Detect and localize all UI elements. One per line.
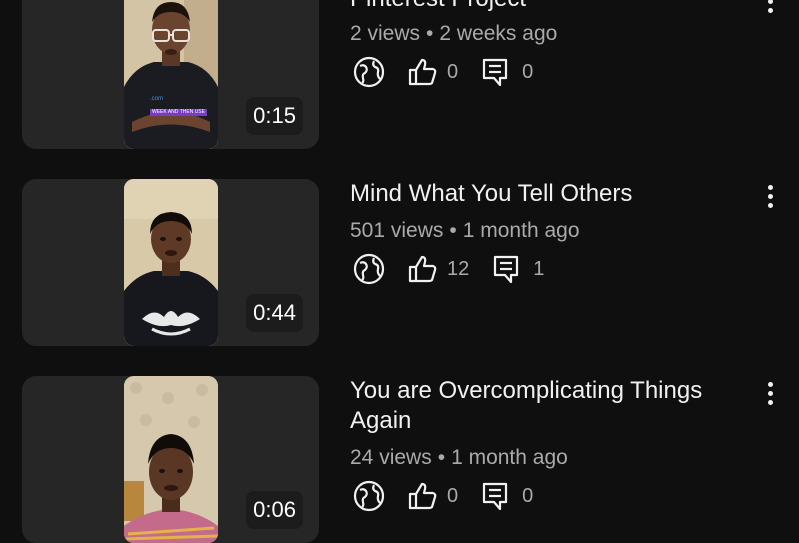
video-title[interactable]: Pinterest Project: [350, 0, 750, 14]
video-title[interactable]: Mind What You Tell Others: [350, 179, 750, 209]
video-stats: 12 1: [350, 251, 544, 287]
caption-overlay: WEEK AND THEN USE: [150, 109, 207, 116]
thumbnail-image: [124, 179, 218, 346]
comment-count: 0: [522, 484, 534, 507]
meta-separator: •: [437, 446, 446, 469]
view-count: 24 views: [350, 446, 432, 469]
comment-icon[interactable]: [491, 253, 521, 285]
more-vert-icon[interactable]: [756, 378, 784, 408]
like-count: 12: [447, 257, 470, 280]
video-row[interactable]: 0:06 You are Overcomplicating Things Aga…: [0, 376, 799, 543]
thumbnail-image: .com WEEK AND THEN USE: [124, 0, 218, 149]
video-meta: 24 views • 1 month ago: [350, 445, 568, 471]
meta-separator: •: [426, 22, 434, 45]
thumbs-up-icon[interactable]: [406, 56, 438, 88]
more-vert-icon[interactable]: [756, 181, 784, 211]
like-count: 0: [447, 484, 459, 507]
view-count: 501 views: [350, 219, 444, 242]
upload-age: 1 month ago: [462, 219, 580, 242]
like-count: 0: [447, 60, 459, 83]
video-stats: 0 0: [350, 478, 533, 514]
thumbs-up-icon[interactable]: [406, 480, 438, 512]
thumbs-up-icon[interactable]: [406, 253, 438, 285]
video-row[interactable]: .com WEEK AND THEN USE 0:15 Pinterest Pr…: [0, 0, 799, 149]
video-thumbnail[interactable]: 0:44: [22, 179, 319, 346]
comment-count: 0: [522, 60, 534, 83]
comment-icon[interactable]: [480, 56, 510, 88]
video-stats: 0 0: [350, 54, 533, 90]
duration-badge: 0:44: [246, 294, 303, 332]
comment-icon[interactable]: [480, 480, 510, 512]
upload-age: 1 month ago: [451, 446, 568, 469]
duration-badge: 0:06: [246, 491, 303, 529]
video-thumbnail[interactable]: 0:06: [22, 376, 319, 543]
video-row[interactable]: 0:44 Mind What You Tell Others 501 views…: [0, 179, 799, 346]
view-count: 2 views: [350, 22, 421, 45]
video-thumbnail[interactable]: .com WEEK AND THEN USE 0:15: [22, 0, 319, 149]
comment-count: 1: [533, 257, 545, 280]
globe-icon[interactable]: [352, 252, 386, 286]
duration-badge: 0:15: [246, 97, 303, 135]
globe-icon[interactable]: [352, 55, 386, 89]
thumbnail-image: [124, 376, 218, 543]
svg-text:.com: .com: [150, 96, 163, 102]
globe-icon[interactable]: [352, 479, 386, 513]
meta-separator: •: [449, 219, 457, 242]
upload-age: 2 weeks ago: [439, 22, 558, 45]
video-meta: 2 views • 2 weeks ago: [350, 21, 557, 47]
video-meta: 501 views • 1 month ago: [350, 218, 580, 244]
video-title[interactable]: You are Overcomplicating Things Again: [350, 376, 750, 436]
caption-text: WEEK AND THEN USE: [150, 109, 207, 116]
more-vert-icon[interactable]: [756, 0, 784, 16]
